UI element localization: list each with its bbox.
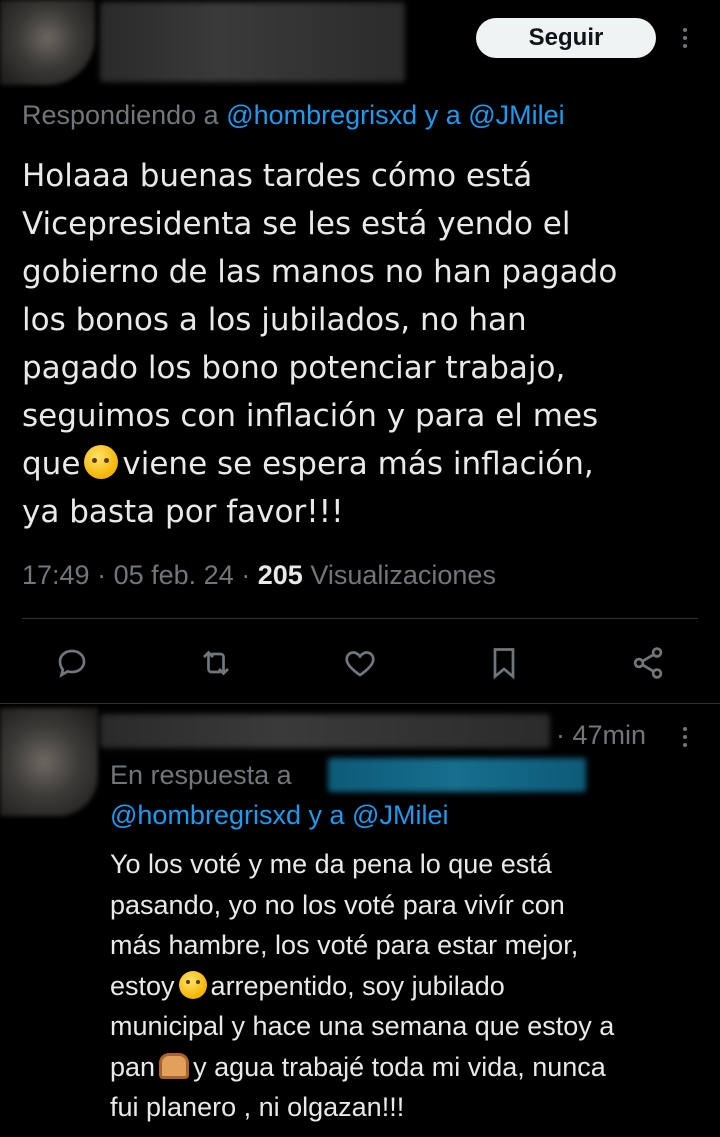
tweet-line: Vicepresidenta se les está yendo el (22, 206, 571, 242)
tweet-line-fragment: que (22, 446, 81, 482)
meta-separator: · (241, 560, 251, 590)
tweet-line: pagado los bono potenciar trabajo, (22, 350, 566, 386)
mention-conjunction: y a (308, 800, 345, 830)
replying-to-label: Respondiendo a (22, 100, 219, 130)
reply-line: municipal y hace una semana que estoy a (110, 1011, 615, 1041)
more-options-icon[interactable] (682, 28, 688, 52)
follow-button[interactable]: Seguir (476, 18, 656, 58)
blurred-handle-mention[interactable] (328, 758, 586, 792)
mention-conjunction: y a (424, 100, 461, 130)
like-icon[interactable] (342, 645, 378, 681)
views-label: Visualizaciones (310, 560, 496, 590)
tweet-line: gobierno de las manos no han pagado (22, 254, 618, 290)
retweet-icon[interactable] (198, 645, 234, 681)
tweet-date: 05 feb. 24 (113, 560, 234, 590)
reply-line: pasando, yo no los voté para vivír con (110, 889, 565, 920)
reply-line: estoy arrepentido, soy jubilado (110, 966, 710, 1007)
reply-time: · 47min (556, 720, 647, 750)
reply-body: Yo los voté y me da pena lo que está pas… (110, 844, 710, 1128)
tweet-line: seguimos con inflación y para el mes (22, 398, 599, 434)
reply-line: fui planero , ni olgazan!!! (110, 1092, 405, 1122)
tweet-line-fragment: viene se espera más inflación, (122, 446, 594, 482)
bookmark-icon[interactable] (486, 645, 522, 681)
mention-jmilei[interactable]: @JMilei (468, 100, 564, 130)
replying-to-line: Respondiendo a @hombregrisxd y a @JMilei (22, 100, 565, 131)
reply-line-fragment: pan (110, 1051, 156, 1082)
smiling-face-icon (178, 970, 207, 999)
author-name-blurred[interactable] (100, 2, 405, 82)
reply-line-fragment: y agua trabajé toda mi vida, nunca (193, 1051, 606, 1082)
reply-author-name-blurred[interactable] (100, 714, 550, 748)
bread-icon (159, 1052, 190, 1079)
reply-icon[interactable] (54, 645, 90, 681)
meta-separator: · (97, 560, 107, 590)
in-response-to-mentions: @hombregrisxd y a @JMilei (110, 800, 448, 831)
in-response-to-label: En respuesta a (110, 760, 292, 790)
tweet-body: Holaaa buenas tardes cómo está Vicepresi… (22, 152, 702, 536)
tweet-line: Holaaa buenas tardes cómo está (22, 158, 533, 194)
reply-line: más hambre, los voté para estar mejor, (110, 930, 579, 960)
divider (0, 703, 720, 704)
tweet-time: 17:49 (22, 560, 90, 590)
reply-line: pan y agua trabajé toda mi vida, nunca (110, 1047, 710, 1088)
reply-line: Yo los voté y me da pena lo que está (110, 849, 552, 879)
reply-author-avatar-blurred[interactable] (0, 708, 98, 816)
mention-jmilei[interactable]: @JMilei (352, 800, 448, 830)
reply-line-fragment: estoy (110, 970, 175, 1001)
tweet-meta: 17:49 · 05 feb. 24 · 205 Visualizaciones (22, 560, 496, 591)
tweet-line: ya basta por favor!!! (22, 494, 344, 530)
mention-hombregrisxd[interactable]: @hombregrisxd (110, 800, 301, 830)
reply-line-fragment: arrepentido, soy jubilado (210, 970, 505, 1001)
author-avatar-blurred[interactable] (0, 0, 95, 85)
tweet-line: que viene se espera más inflación, (22, 440, 702, 488)
reply-more-options-icon[interactable] (682, 727, 688, 751)
mention-hombregrisxd[interactable]: @hombregrisxd (226, 100, 417, 130)
divider (22, 618, 698, 619)
tweet-line: los bonos a los jubilados, no han (22, 302, 527, 338)
share-icon[interactable] (630, 645, 666, 681)
thinking-face-icon (84, 445, 119, 479)
views-count: 205 (257, 560, 303, 590)
